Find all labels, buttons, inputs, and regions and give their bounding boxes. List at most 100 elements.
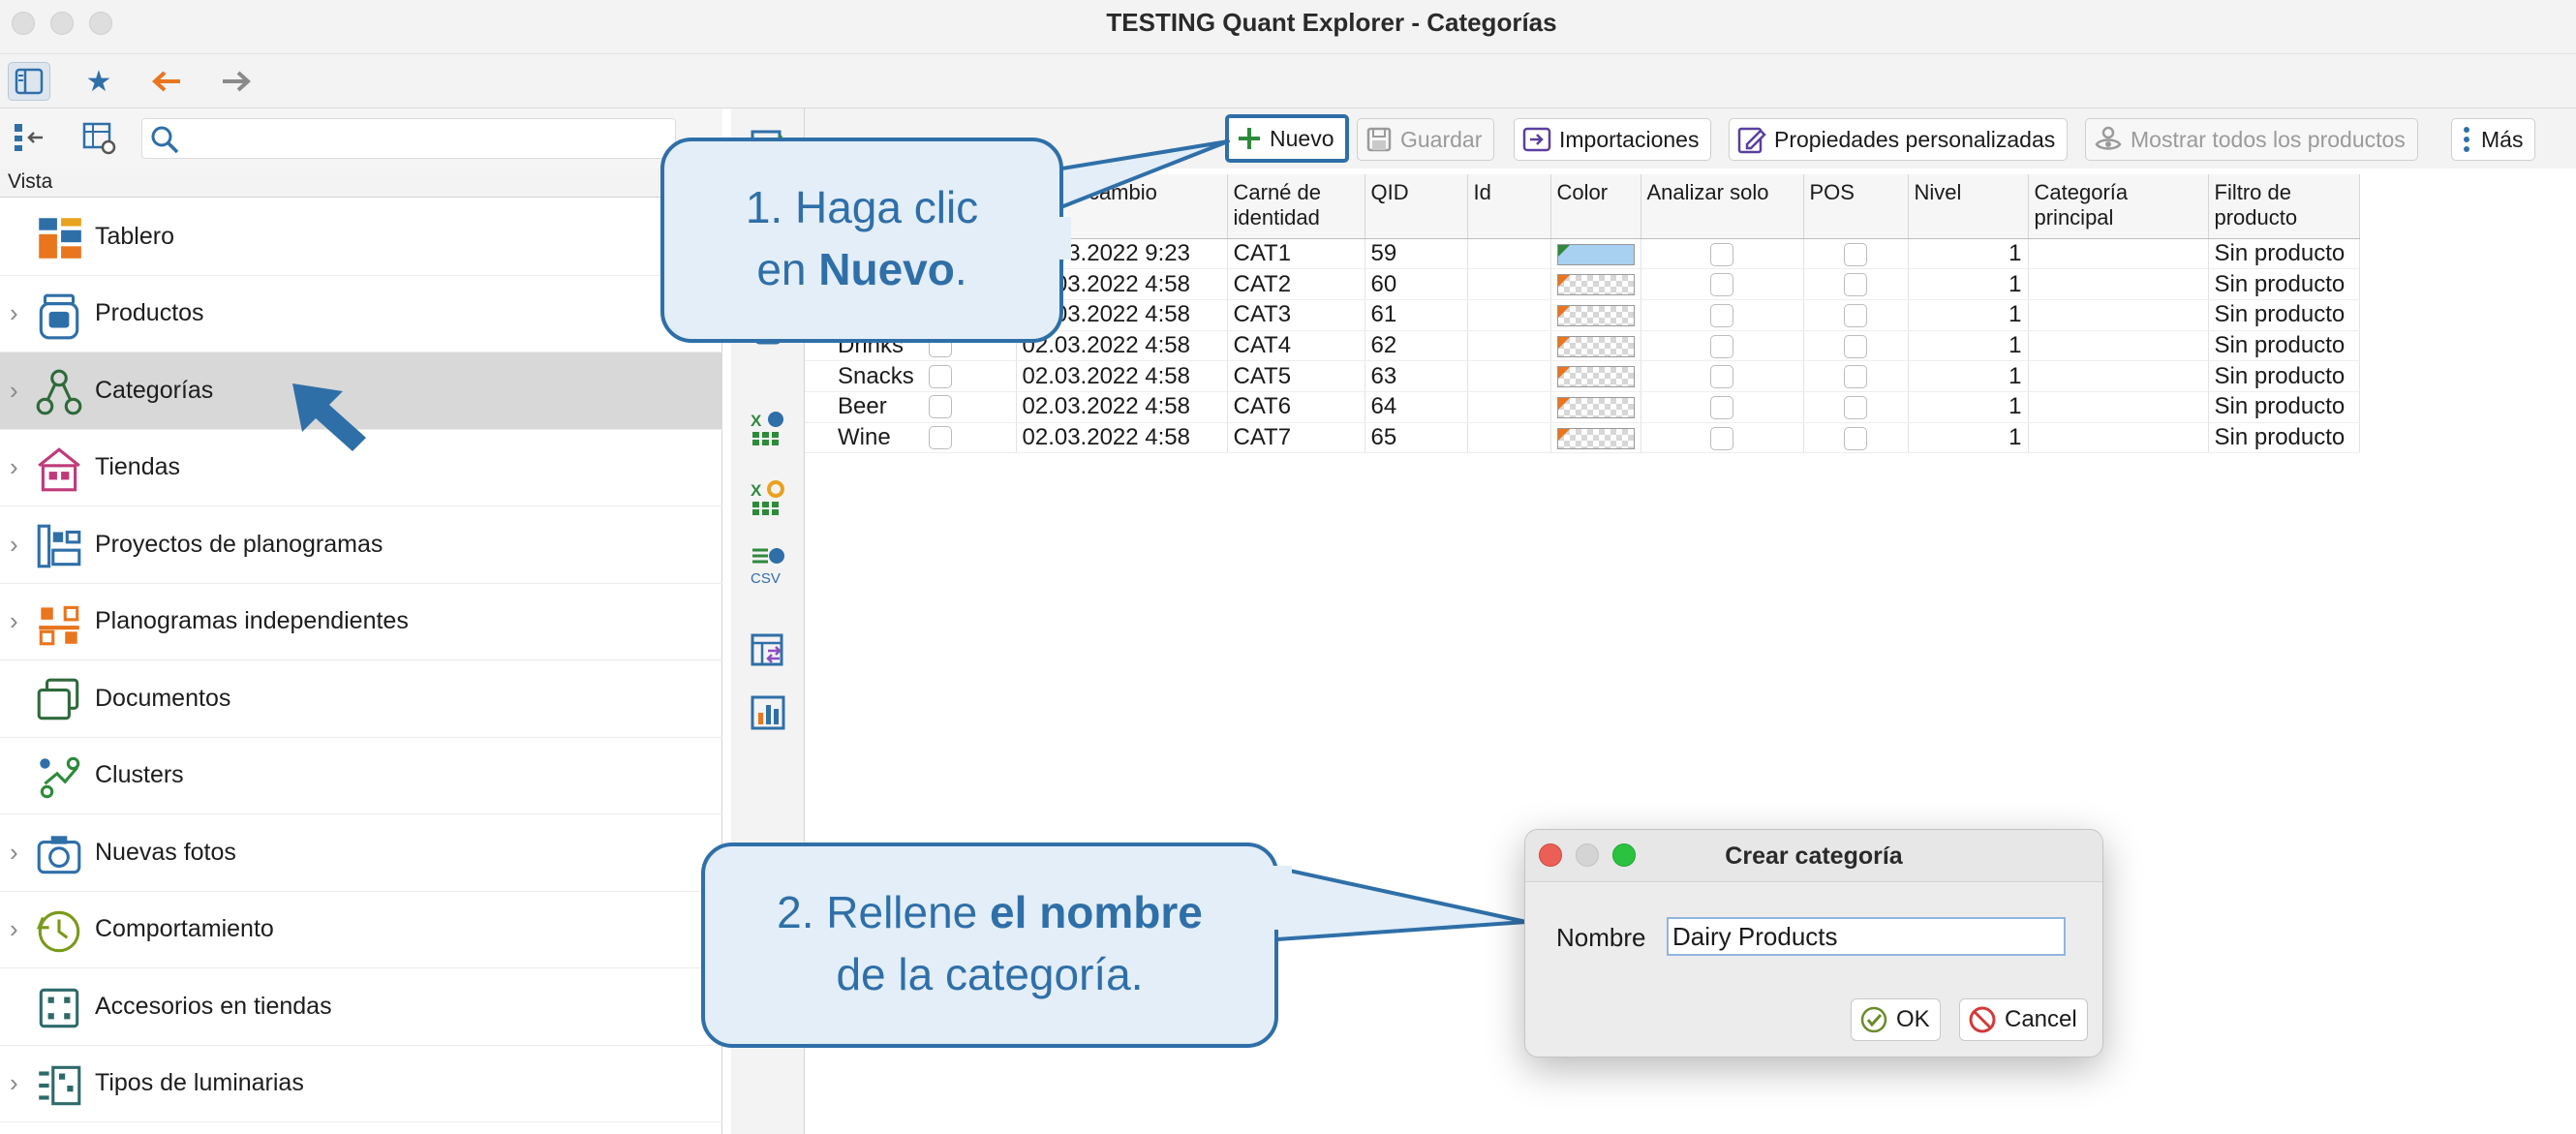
collapse-tree-icon[interactable] <box>12 120 46 160</box>
column-header[interactable]: Categoría principal <box>2028 174 2209 239</box>
table-row[interactable]: Wine 02.03.2022 4:58 CAT7 65 1 Sin producto <box>805 422 2360 454</box>
cell-id <box>1467 330 1551 362</box>
chevron-right-icon[interactable]: › <box>10 914 18 944</box>
chevron-right-icon[interactable]: › <box>10 530 18 560</box>
cell-name: Beer <box>805 391 1017 423</box>
guardar-button[interactable]: Guardar <box>1357 118 1495 161</box>
excel-import-icon[interactable]: X <box>749 409 787 447</box>
column-header[interactable]: Filtro de producto <box>2208 174 2360 239</box>
color-swatch[interactable] <box>1556 304 1635 326</box>
sidebar-item-6[interactable]: Documentos <box>0 660 722 738</box>
check-circle-icon <box>1860 1006 1887 1033</box>
guardar-label: Guardar <box>1400 126 1483 152</box>
chevron-right-icon[interactable]: › <box>10 298 18 328</box>
mas-button[interactable]: Más <box>2451 118 2536 161</box>
color-swatch[interactable] <box>1556 335 1635 357</box>
csv-import-icon[interactable]: CSV <box>749 544 787 587</box>
cell-nivel: 1 <box>1908 360 2029 392</box>
column-header[interactable]: QID <box>1365 174 1468 239</box>
color-swatch[interactable] <box>1556 427 1635 449</box>
pos-checkbox[interactable] <box>1844 242 1867 266</box>
analizar-solo-checkbox[interactable] <box>1710 426 1733 450</box>
sidebar-toggle-icon[interactable] <box>8 62 50 101</box>
propiedades-label: Propiedades personalizadas <box>1774 126 2056 152</box>
cell-nivel: 1 <box>1908 238 2029 270</box>
pos-checkbox[interactable] <box>1844 365 1867 389</box>
cell-pos <box>1803 238 1909 270</box>
excel-settings-icon[interactable]: X <box>749 478 787 517</box>
column-header[interactable]: Nivel <box>1908 174 2029 239</box>
column-header[interactable]: Carné de identidad <box>1227 174 1365 239</box>
analizar-solo-checkbox[interactable] <box>1710 395 1733 419</box>
sidebar-item-9[interactable]: › Comportamiento <box>0 892 722 968</box>
sidebar-search-input[interactable] <box>141 118 676 159</box>
cell-qid: 61 <box>1365 299 1468 331</box>
analizar-solo-checkbox[interactable] <box>1710 242 1733 266</box>
nuevo-button[interactable]: Nuevo <box>1225 114 1350 163</box>
pos-checkbox[interactable] <box>1844 426 1867 450</box>
sidebar-item-10[interactable]: Accesorios en tiendas <box>0 968 722 1046</box>
sidebar-item-label: Categorías <box>95 376 214 404</box>
chevron-right-icon[interactable]: › <box>10 1068 18 1098</box>
color-swatch[interactable] <box>1556 396 1635 418</box>
back-arrow-icon[interactable] <box>145 62 188 101</box>
chevron-right-icon[interactable]: › <box>10 606 18 636</box>
color-swatch[interactable] <box>1556 274 1635 296</box>
more-dots-icon <box>2464 127 2469 152</box>
ok-button[interactable]: OK <box>1851 998 1941 1041</box>
mostrar-todos-button[interactable]: Mostrar todos los productos <box>2085 118 2418 161</box>
column-header[interactable]: Analizar solo <box>1641 174 1804 239</box>
sidebar-item-4[interactable]: › Proyectos de planogramas <box>0 506 722 584</box>
forward-arrow-icon[interactable] <box>215 62 258 101</box>
import-icon <box>1522 127 1551 152</box>
column-header[interactable]: POS <box>1803 174 1909 239</box>
sidebar-item-label: Productos <box>95 299 204 327</box>
color-swatch[interactable] <box>1556 243 1635 265</box>
propiedades-personalizadas-button[interactable]: Propiedades personalizadas <box>1729 118 2069 161</box>
analizar-solo-checkbox[interactable] <box>1710 334 1733 358</box>
sidebar-item-5[interactable]: › Planogramas independientes <box>0 584 722 660</box>
callout-1-line-1: 1. Haga clic <box>745 182 979 232</box>
favorites-star-icon[interactable]: ★ <box>77 62 120 101</box>
chevron-right-icon[interactable]: › <box>10 376 18 406</box>
color-swatch[interactable] <box>1556 366 1635 388</box>
column-header[interactable]: Color <box>1550 174 1641 239</box>
table-settings-icon[interactable] <box>81 120 116 160</box>
sidebar-item-label: Nuevas fotos <box>95 838 236 866</box>
vista-column-header: Vista <box>0 169 722 198</box>
importaciones-button[interactable]: Importaciones <box>1514 118 1712 161</box>
bar-chart-icon[interactable] <box>749 693 787 732</box>
cell-pos <box>1803 391 1909 423</box>
analizar-solo-checkbox[interactable] <box>1710 273 1733 297</box>
cell-categoria-principal <box>2028 268 2209 300</box>
cell-qid: 59 <box>1365 238 1468 270</box>
sidebar: Vista Tablero › Productos › Categorías › Tiend… <box>0 108 722 1134</box>
sidebar-item-7[interactable]: Clusters <box>0 738 722 814</box>
column-header[interactable]: Id <box>1467 174 1551 239</box>
row-checkbox[interactable] <box>928 425 952 449</box>
cell-color <box>1550 238 1641 270</box>
cancel-button[interactable]: Cancel <box>1959 998 2088 1041</box>
pos-checkbox[interactable] <box>1844 395 1867 419</box>
sidebar-list: Tablero › Productos › Categorías › Tiendas › Pro… <box>0 199 722 1122</box>
table-row[interactable]: Snacks 02.03.2022 4:58 CAT5 63 1 Sin producto <box>805 360 2360 392</box>
sidebar-item-11[interactable]: › Tipos de luminarias <box>0 1046 722 1122</box>
cell-analizar-solo <box>1641 330 1804 362</box>
pos-checkbox[interactable] <box>1844 273 1867 297</box>
pos-checkbox[interactable] <box>1844 334 1867 358</box>
analizar-solo-checkbox[interactable] <box>1710 365 1733 389</box>
cell-nivel: 1 <box>1908 422 2029 454</box>
row-checkbox[interactable] <box>928 395 952 419</box>
sidebar-item-1[interactable]: › Productos <box>0 276 722 352</box>
search-icon <box>150 125 179 159</box>
sidebar-item-0[interactable]: Tablero <box>0 199 722 276</box>
chevron-right-icon[interactable]: › <box>10 838 18 868</box>
analizar-solo-checkbox[interactable] <box>1710 303 1733 327</box>
chevron-right-icon[interactable]: › <box>10 452 18 482</box>
table-row[interactable]: Beer 02.03.2022 4:58 CAT6 64 1 Sin producto <box>805 391 2360 423</box>
table-transfer-icon[interactable] <box>749 631 787 670</box>
sidebar-item-8[interactable]: › Nuevas fotos <box>0 814 722 892</box>
row-checkbox[interactable] <box>928 364 952 388</box>
pos-checkbox[interactable] <box>1844 303 1867 327</box>
nombre-input[interactable] <box>1667 917 2066 956</box>
